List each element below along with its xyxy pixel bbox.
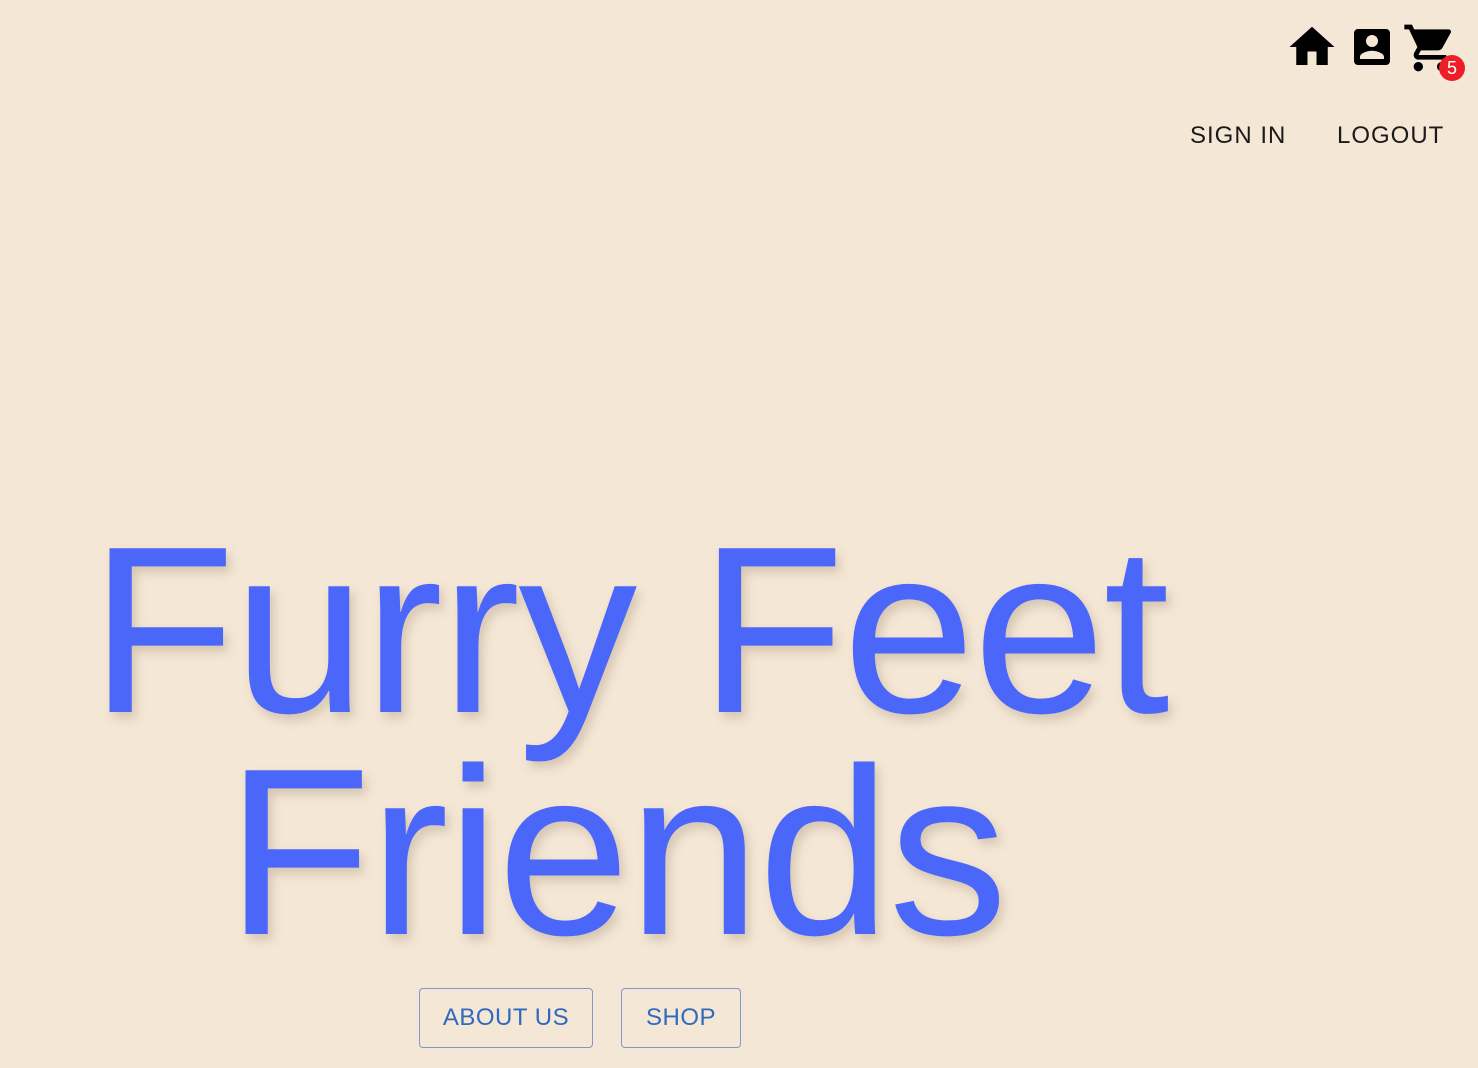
- about-us-button[interactable]: ABOUT US: [419, 988, 593, 1048]
- account-icon[interactable]: [1348, 22, 1396, 72]
- landing-page: 5 SIGN IN LOGOUT Furry Feet Friends ABOU…: [0, 0, 1478, 1068]
- hero-title: Furry Feet Friends: [90, 498, 1170, 985]
- cart-count-badge: 5: [1439, 55, 1465, 81]
- logout-link[interactable]: LOGOUT: [1337, 120, 1444, 152]
- hero-title-line-2: Friends: [226, 720, 1008, 985]
- home-icon[interactable]: [1284, 20, 1340, 74]
- header-icon-bar: 5: [1282, 20, 1472, 81]
- sign-in-link[interactable]: SIGN IN: [1190, 120, 1286, 152]
- hero-title-line-1: Furry Feet: [90, 498, 1170, 763]
- shop-button[interactable]: SHOP: [621, 988, 741, 1048]
